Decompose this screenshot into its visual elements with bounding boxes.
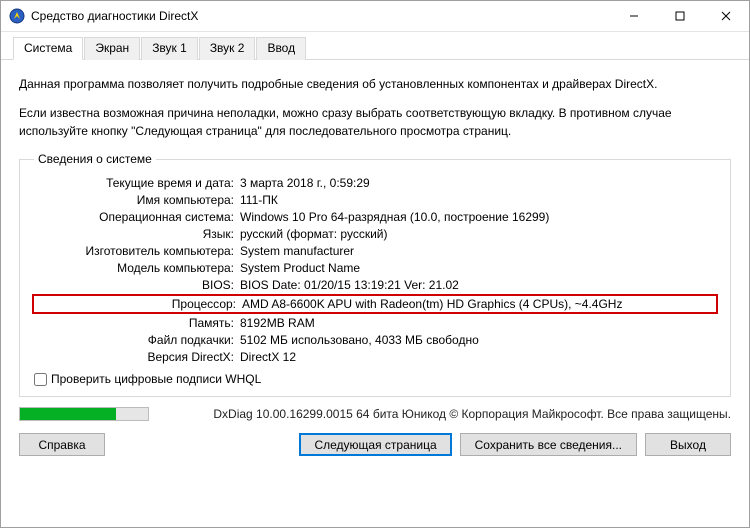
close-button[interactable] bbox=[703, 1, 749, 31]
value-processor: AMD A8-6600K APU with Radeon(tm) HD Grap… bbox=[242, 297, 714, 311]
label-directx: Версия DirectX: bbox=[34, 350, 234, 364]
intro-text-2: Если известна возможная причина неполадк… bbox=[19, 105, 731, 140]
value-os: Windows 10 Pro 64-разрядная (10.0, постр… bbox=[240, 210, 716, 224]
tab-bar: Система Экран Звук 1 Звук 2 Ввод bbox=[1, 32, 749, 60]
help-button[interactable]: Справка bbox=[19, 433, 105, 456]
label-bios: BIOS: bbox=[34, 278, 234, 292]
maximize-button[interactable] bbox=[657, 1, 703, 31]
tab-system[interactable]: Система bbox=[13, 37, 83, 60]
value-pagefile: 5102 МБ использовано, 4033 МБ свободно bbox=[240, 333, 716, 347]
value-language: русский (формат: русский) bbox=[240, 227, 716, 241]
value-computer-name: 111-ПК bbox=[240, 193, 716, 207]
label-processor: Процессор: bbox=[36, 297, 236, 311]
label-model: Модель компьютера: bbox=[34, 261, 234, 275]
value-model: System Product Name bbox=[240, 261, 716, 275]
tab-input[interactable]: Ввод bbox=[256, 37, 306, 60]
dxdiag-icon bbox=[9, 8, 25, 24]
window-title: Средство диагностики DirectX bbox=[31, 9, 611, 23]
label-computer-name: Имя компьютера: bbox=[34, 193, 234, 207]
system-info-group: Сведения о системе Текущие время и дата:… bbox=[19, 152, 731, 397]
exit-button[interactable]: Выход bbox=[645, 433, 731, 456]
value-memory: 8192MB RAM bbox=[240, 316, 716, 330]
value-datetime: 3 марта 2018 г., 0:59:29 bbox=[240, 176, 716, 190]
label-datetime: Текущие время и дата: bbox=[34, 176, 234, 190]
label-language: Язык: bbox=[34, 227, 234, 241]
value-manufacturer: System manufacturer bbox=[240, 244, 716, 258]
titlebar: Средство диагностики DirectX bbox=[1, 1, 749, 32]
processor-row-highlight: Процессор: AMD A8-6600K APU with Radeon(… bbox=[32, 294, 718, 314]
label-memory: Память: bbox=[34, 316, 234, 330]
whql-label[interactable]: Проверить цифровые подписи WHQL bbox=[51, 372, 261, 386]
system-info-legend: Сведения о системе bbox=[34, 152, 156, 166]
minimize-button[interactable] bbox=[611, 1, 657, 31]
intro-text-1: Данная программа позволяет получить подр… bbox=[19, 76, 731, 93]
tab-display[interactable]: Экран bbox=[84, 37, 140, 60]
value-bios: BIOS Date: 01/20/15 13:19:21 Ver: 21.02 bbox=[240, 278, 716, 292]
label-manufacturer: Изготовитель компьютера: bbox=[34, 244, 234, 258]
label-os: Операционная система: bbox=[34, 210, 234, 224]
tab-sound-2[interactable]: Звук 2 bbox=[199, 37, 256, 60]
label-pagefile: Файл подкачки: bbox=[34, 333, 234, 347]
progress-bar-fill bbox=[20, 408, 116, 420]
progress-bar bbox=[19, 407, 149, 421]
next-page-button[interactable]: Следующая страница bbox=[299, 433, 451, 456]
tab-sound-1[interactable]: Звук 1 bbox=[141, 37, 198, 60]
version-copyright: DxDiag 10.00.16299.0015 64 бита Юникод ©… bbox=[159, 407, 731, 421]
save-all-button[interactable]: Сохранить все сведения... bbox=[460, 433, 637, 456]
whql-checkbox[interactable] bbox=[34, 373, 47, 386]
value-directx: DirectX 12 bbox=[240, 350, 716, 364]
